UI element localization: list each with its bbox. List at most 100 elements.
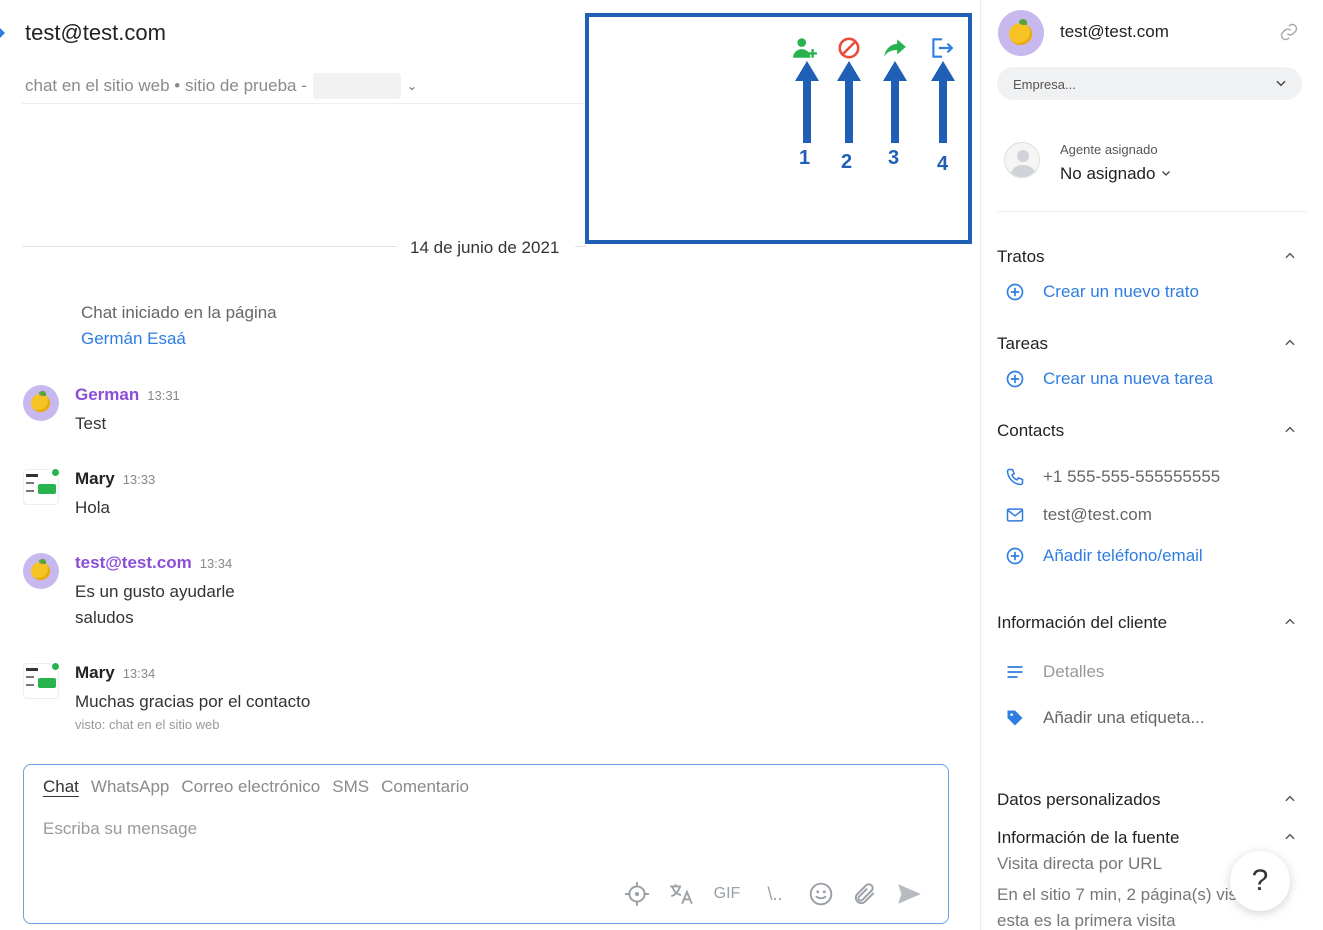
mail-icon [1006,508,1024,522]
avatar [23,385,59,421]
agent-select-value: No asignado [1060,164,1156,183]
add-phone-email-button[interactable]: Añadir teléfono/email [1005,546,1203,566]
message-author[interactable]: German 13:31 [75,385,180,405]
section-title-personalizados: Datos personalizados [997,790,1161,809]
section-title-fuente: Información de la fuente [997,828,1180,847]
source-line: esta es la primera visita [997,911,1176,930]
tab-email[interactable]: Correo electrónico [181,777,320,797]
avatar [23,553,59,589]
channel-tabs: Chat WhatsApp Correo electrónico SMS Com… [43,777,469,797]
section-title-tareas: Tareas [997,334,1049,353]
details-placeholder: Detalles [1043,662,1105,681]
tag-icon [1007,710,1023,726]
emoji-icon[interactable] [808,881,834,907]
message-text: Hola [75,498,110,517]
arrow-up-icon [931,61,955,143]
contact-email: test@test.com [1060,22,1169,41]
message-line: Es un gusto ayudarle [75,582,235,601]
agent-select[interactable]: No asignado [1060,164,1172,184]
target-icon[interactable] [624,881,650,907]
arrow-up-icon [795,61,819,143]
chevron-up-icon[interactable] [1283,615,1297,629]
chevron-up-icon[interactable] [1283,423,1297,437]
message-composer: Chat WhatsApp Correo electrónico SMS Com… [23,764,949,924]
message-time: 13:33 [122,472,156,487]
create-deal-button[interactable]: Crear un nuevo trato [1005,282,1199,302]
chevron-up-icon[interactable] [1283,830,1297,844]
annotation-number: 3 [888,147,900,169]
chevron-up-icon[interactable] [1283,249,1297,263]
tab-sms[interactable]: SMS [332,777,369,797]
send-icon[interactable] [896,881,922,907]
phone-icon [1006,468,1024,486]
create-task-label: Crear una nueva tarea [1043,369,1214,388]
message-input[interactable] [43,819,923,839]
online-indicator [50,467,61,478]
create-deal-label: Crear un nuevo trato [1043,282,1199,301]
create-task-button[interactable]: Crear una nueva tarea [1005,369,1213,389]
message-author[interactable]: Mary 13:34 [75,663,155,683]
message-line: saludos [75,608,134,627]
translate-icon[interactable] [668,881,694,907]
toolbar-annotation-frame: 1 2 3 4 [585,13,972,244]
annotation-number: 2 [841,151,853,173]
avatar [23,661,61,699]
message-time: 13:34 [199,556,233,571]
chevron-down-icon [1276,80,1286,87]
message-time: 13:31 [147,388,180,403]
agent-avatar [1004,142,1040,178]
chevron-up-icon[interactable] [1283,792,1297,806]
contact-email-value: test@test.com [1043,505,1152,524]
company-select-value: Empresa... [1013,77,1076,92]
composer-tools: GIF \.. [624,881,922,907]
lines-icon [1007,666,1023,678]
source-line: En el sitio 7 min, 2 página(s) vis [997,885,1237,904]
contact-phone-value: +1 555-555-555555555 [1043,467,1221,486]
plus-circle-icon [1006,283,1024,301]
chat-started-link[interactable]: Germán Esaá [81,326,277,352]
annotation-number: 1 [799,147,811,169]
arrow-up-icon [837,61,861,143]
redacted-box [312,73,401,99]
contact-avatar [998,10,1044,56]
chevron-down-icon[interactable]: ⌄ [407,79,417,93]
section-title-contacts: Contacts [997,421,1065,440]
attach-icon[interactable] [852,881,878,907]
details-field[interactable]: Detalles [1005,662,1104,682]
plus-circle-icon [1006,370,1024,388]
message-author[interactable]: Mary 13:33 [75,469,155,489]
section-title-tratos: Tratos [997,247,1045,266]
link-icon[interactable] [1279,22,1299,42]
date-divider-right [575,246,587,247]
message-text: Es un gusto ayudarle saludos [75,579,235,631]
add-phone-email-label: Añadir teléfono/email [1043,546,1203,565]
arrow-up-icon [883,61,907,143]
add-tag-button[interactable]: Añadir una etiqueta... [1005,708,1205,728]
section-title-cliente: Información del cliente [997,613,1168,632]
company-select[interactable]: Empresa... [997,67,1302,100]
tab-chat[interactable]: Chat [43,777,79,797]
collapse-marker-icon[interactable] [0,28,5,38]
date-separator: 14 de junio de 2021 [410,238,560,257]
agent-label: Agente asignado [1060,142,1158,157]
annotation-number: 4 [937,153,949,175]
tab-whatsapp[interactable]: WhatsApp [91,777,169,797]
message-time: 13:34 [122,666,156,681]
message-text: Muchas gracias por el contacto [75,692,311,711]
contact-email-row[interactable]: test@test.com [1005,505,1152,525]
tab-comment[interactable]: Comentario [381,777,469,797]
source-line: Visita directa por URL [997,854,1163,873]
chat-subtitle[interactable]: chat en el sitio web • sitio de prueba -… [25,73,417,99]
contact-phone[interactable]: +1 555-555-555555555 [1005,467,1220,487]
chevron-up-icon[interactable] [1283,336,1297,350]
date-divider-left [22,246,397,247]
message-text: Test [75,414,107,433]
quick-reply-button[interactable]: \.. [760,881,790,907]
help-button[interactable]: ? [1230,851,1290,911]
gif-button[interactable]: GIF [712,881,742,907]
chat-panel: test@test.com chat en el sitio web • sit… [0,0,980,930]
message-author[interactable]: test@test.com 13:34 [75,553,232,573]
avatar [23,467,61,505]
add-tag-label: Añadir una etiqueta... [1043,708,1205,727]
plus-circle-icon [1006,547,1024,565]
